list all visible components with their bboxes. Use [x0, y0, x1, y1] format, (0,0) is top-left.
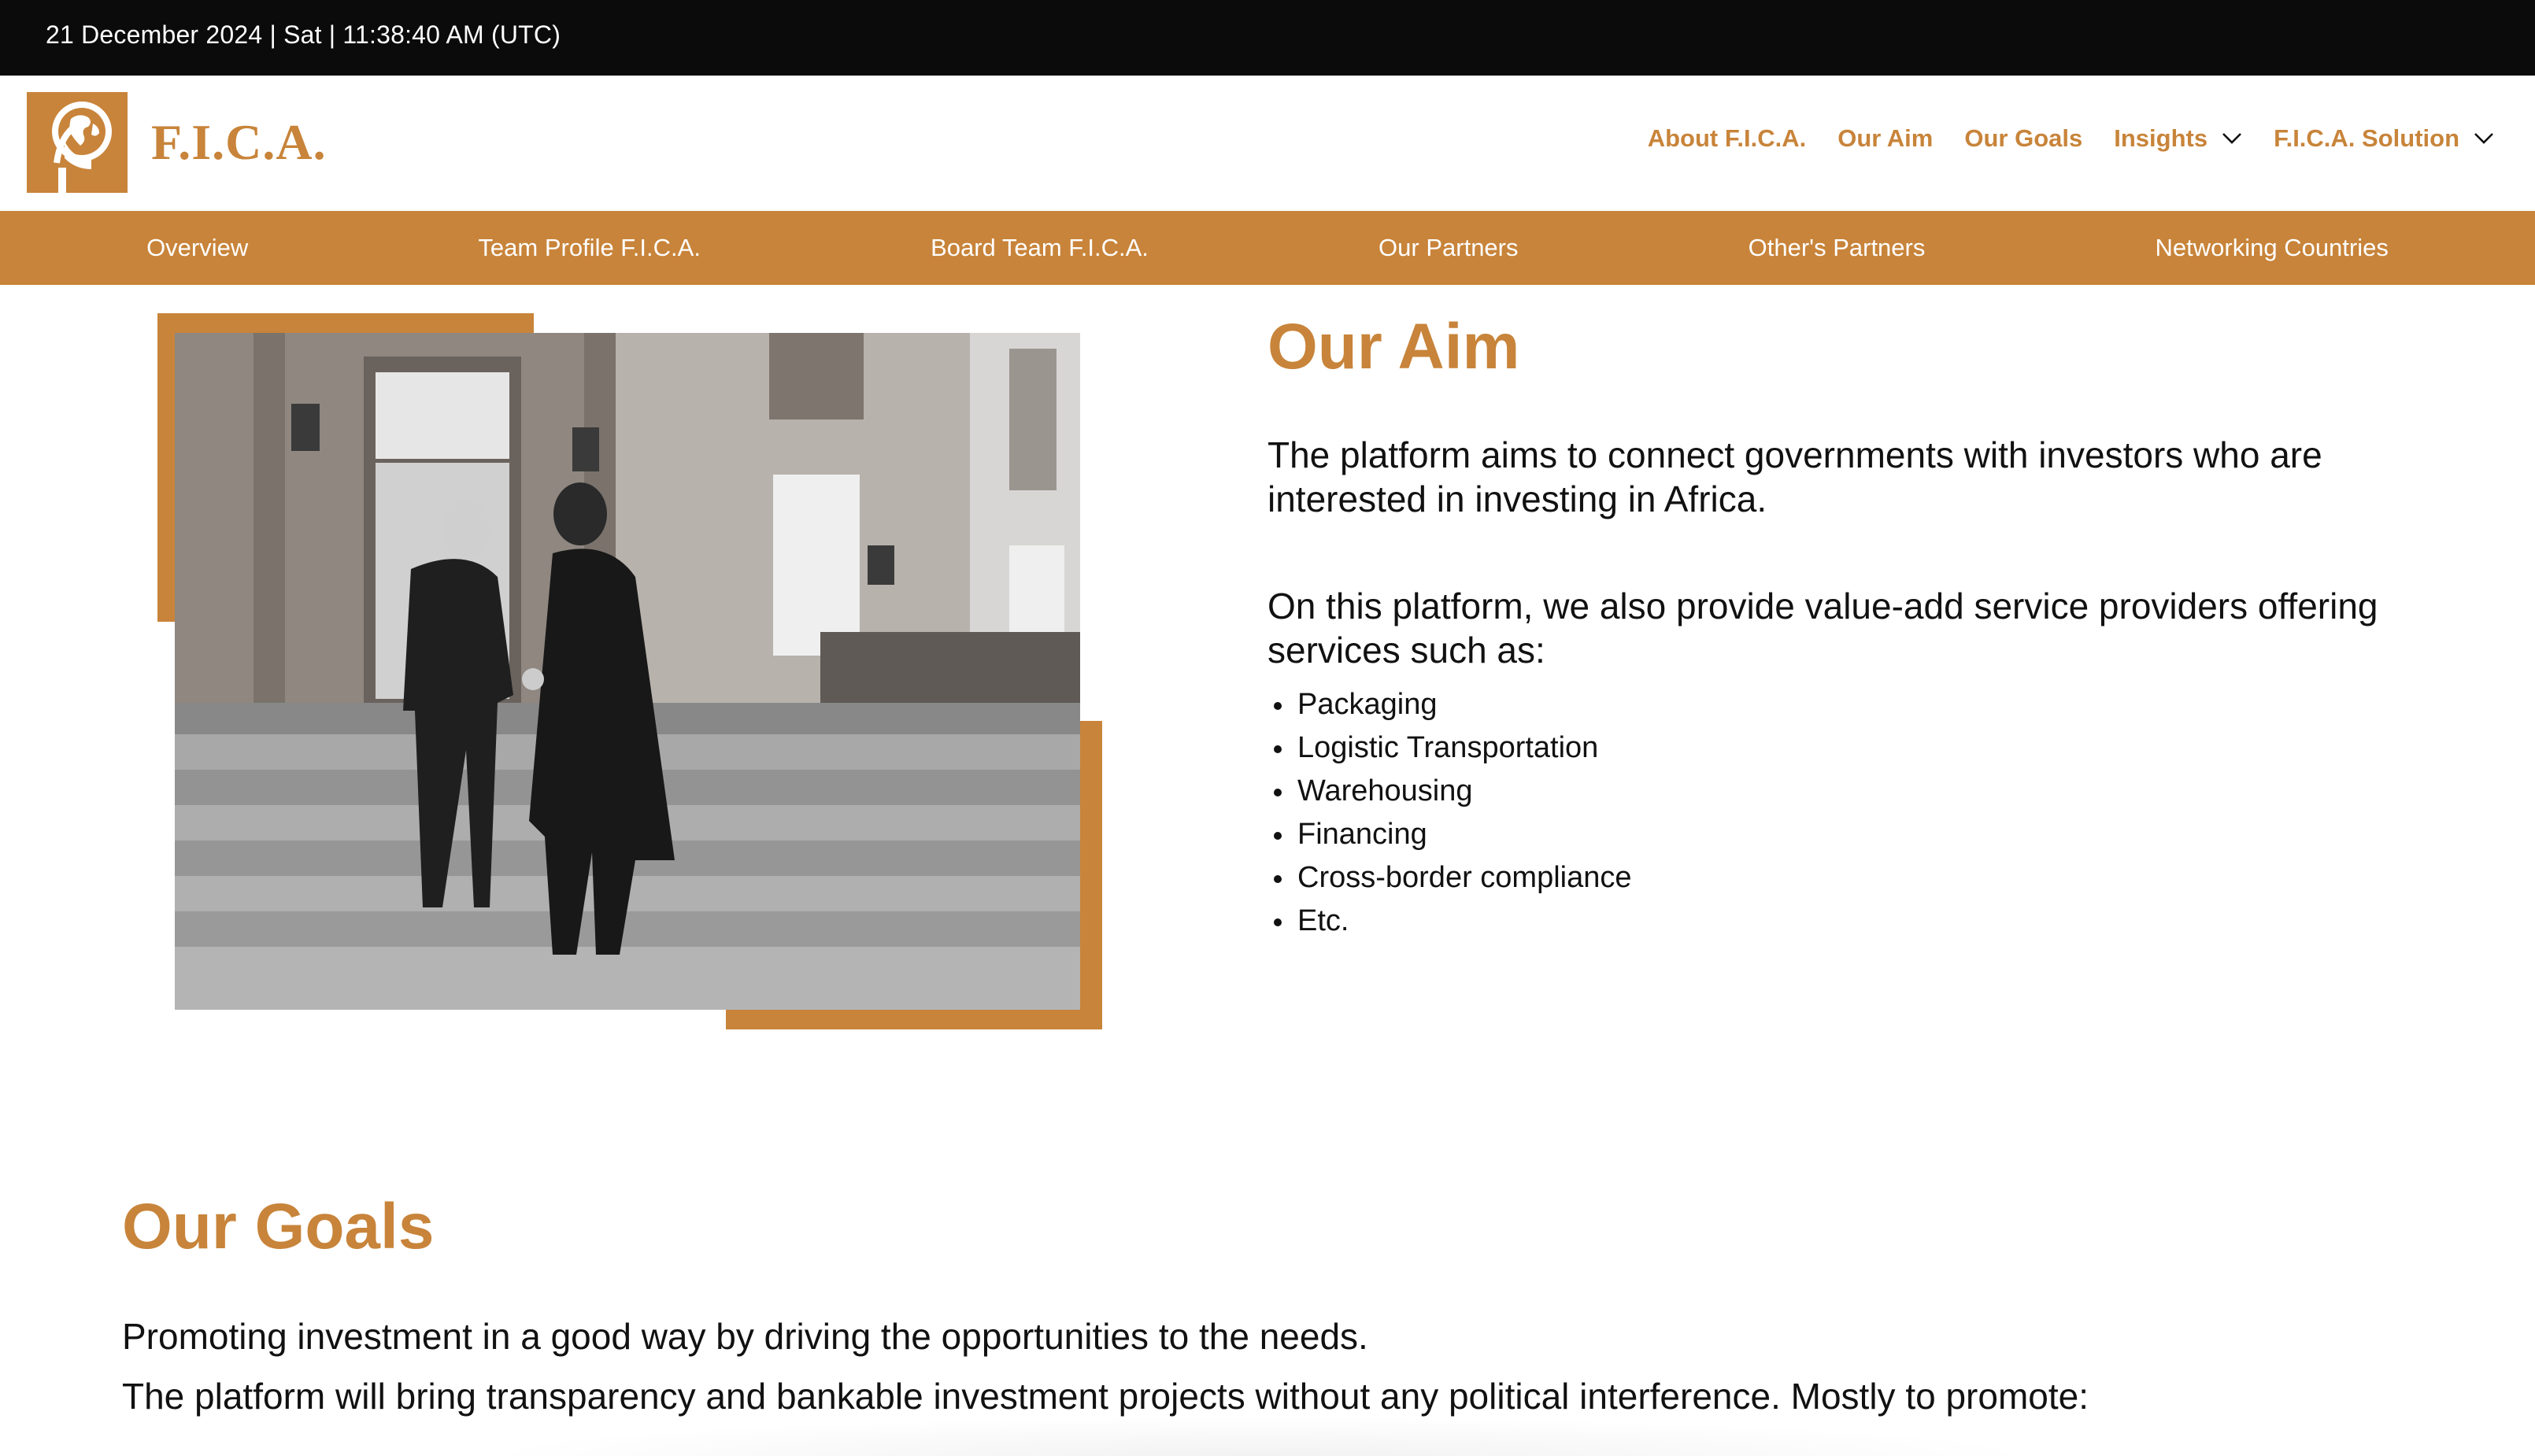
- bottom-shadow: [472, 1417, 2047, 1456]
- nav-our-aim[interactable]: Our Aim: [1837, 124, 1933, 153]
- chevron-down-icon: [2474, 133, 2493, 144]
- list-item: Logistic Transportation: [1268, 726, 2448, 770]
- our-goals-section: Our Goals Promoting investment in a good…: [122, 1191, 2444, 1418]
- site-header: F.I.C.A. About F.I.C.A. Our Aim Our Goal…: [0, 76, 2535, 211]
- nav-fica-solution[interactable]: F.I.C.A. Solution: [2274, 124, 2494, 153]
- site-logo[interactable]: F.I.C.A.: [27, 91, 327, 194]
- list-item: Cross-border compliance: [1268, 856, 2448, 900]
- services-list: Packaging Logistic Transportation Wareho…: [1268, 683, 2448, 943]
- our-aim-services-intro: On this platform, we also provide value-…: [1268, 586, 2378, 671]
- our-goals-title: Our Goals: [122, 1191, 435, 1262]
- nav-about[interactable]: About F.I.C.A.: [1648, 124, 1806, 153]
- subnav-networking-countries[interactable]: Networking Countries: [2156, 234, 2389, 262]
- main-nav: About F.I.C.A. Our Aim Our Goals Insight…: [1616, 124, 2494, 153]
- subnav-team-profile[interactable]: Team Profile F.I.C.A.: [478, 234, 701, 262]
- nav-insights[interactable]: Insights: [2114, 124, 2242, 153]
- logo-text: F.I.C.A.: [151, 114, 327, 170]
- globe-logo-icon: [27, 92, 128, 193]
- subnav-others-partners[interactable]: Other's Partners: [1749, 234, 1926, 262]
- datetime-display: 21 December 2024 | Sat | 11:38:40 AM (UT…: [46, 20, 561, 49]
- handshake-photo: [175, 333, 1080, 1010]
- our-aim-title: Our Aim: [1268, 311, 1520, 382]
- list-item: Etc.: [1268, 900, 2448, 943]
- list-item: Financing: [1268, 813, 2448, 856]
- nav-our-goals[interactable]: Our Goals: [1964, 124, 2082, 153]
- nav-about-label: About F.I.C.A.: [1647, 124, 1807, 152]
- subnav-our-partners[interactable]: Our Partners: [1379, 234, 1518, 262]
- chevron-down-icon: [2222, 133, 2241, 144]
- list-item: Packaging: [1268, 683, 2448, 726]
- subnav-board-team[interactable]: Board Team F.I.C.A.: [931, 234, 1149, 262]
- our-goals-line: Promoting investment in a good way by dr…: [122, 1316, 1368, 1358]
- nav-our-aim-label: Our Aim: [1837, 124, 1934, 152]
- nav-fica-solution-label: F.I.C.A. Solution: [2274, 124, 2459, 152]
- our-aim-paragraph: The platform aims to connect governments…: [1268, 434, 2322, 520]
- list-item: Warehousing: [1268, 770, 2448, 813]
- our-goals-line: The platform will bring transparency and…: [122, 1376, 2089, 1417]
- nav-insights-label: Insights: [2114, 124, 2208, 152]
- handshake-photo-illustration: [175, 333, 1080, 1010]
- top-bar: 21 December 2024 | Sat | 11:38:40 AM (UT…: [0, 0, 2535, 76]
- handshake-image-block: [157, 313, 1102, 1029]
- nav-our-goals-label: Our Goals: [1964, 124, 2083, 152]
- subnav-overview[interactable]: Overview: [146, 234, 248, 262]
- our-aim-section: Our Aim The platform aims to connect gov…: [1268, 311, 2448, 943]
- sub-nav: Overview Team Profile F.I.C.A. Board Tea…: [0, 211, 2535, 285]
